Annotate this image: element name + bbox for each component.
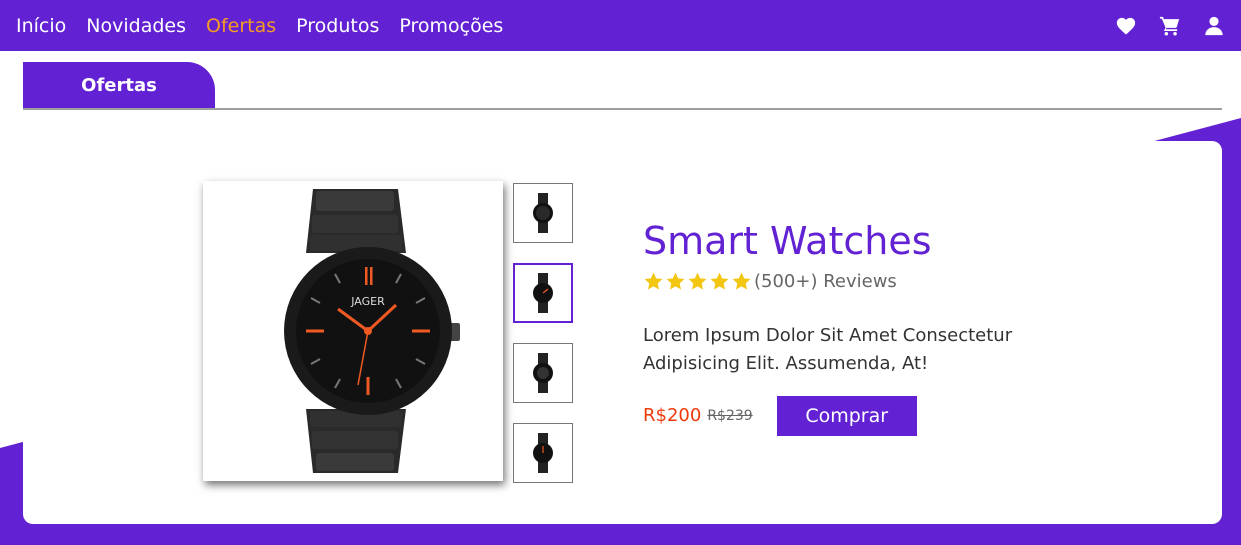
nav-link-inicio[interactable]: Início bbox=[16, 15, 66, 37]
old-price: R$239 bbox=[707, 407, 753, 424]
nav-link-promocoes[interactable]: Promoções bbox=[399, 15, 503, 37]
cart-icon[interactable] bbox=[1159, 15, 1181, 37]
product-main-image: JAGER bbox=[203, 181, 503, 481]
star-icon bbox=[665, 271, 686, 292]
thumbnail-4[interactable] bbox=[513, 423, 573, 483]
heart-icon[interactable] bbox=[1115, 15, 1137, 37]
product-rating: (500+) Reviews bbox=[643, 271, 1063, 292]
nav-icons bbox=[1115, 15, 1225, 37]
product-info: Smart Watches (500+) Reviews Lorem Ipsum… bbox=[643, 219, 1063, 436]
star-icon bbox=[709, 271, 730, 292]
current-price: R$200 bbox=[643, 405, 702, 427]
tab-ofertas[interactable]: Ofertas bbox=[23, 62, 215, 108]
price-row: R$200 R$239 Comprar bbox=[643, 395, 1063, 436]
watch-brand-text: JAGER bbox=[350, 295, 385, 308]
nav-link-ofertas[interactable]: Ofertas bbox=[206, 15, 276, 37]
nav-links: Início Novidades Ofertas Produtos Promoç… bbox=[16, 15, 503, 37]
product-description: Lorem Ipsum Dolor Sit Amet Consectetur A… bbox=[643, 324, 1013, 374]
review-count: (500+) Reviews bbox=[754, 270, 897, 292]
thumbnail-3[interactable] bbox=[513, 343, 573, 403]
star-icon bbox=[643, 271, 664, 292]
product-title: Smart Watches bbox=[643, 219, 932, 263]
thumbnail-1[interactable] bbox=[513, 183, 573, 243]
product-thumbnails bbox=[513, 183, 573, 503]
rating-stars bbox=[643, 271, 752, 292]
nav-link-novidades[interactable]: Novidades bbox=[86, 15, 186, 37]
star-icon bbox=[731, 271, 752, 292]
star-icon bbox=[687, 271, 708, 292]
user-icon[interactable] bbox=[1203, 15, 1225, 37]
nav-link-produtos[interactable]: Produtos bbox=[296, 15, 379, 37]
buy-button[interactable]: Comprar bbox=[776, 395, 917, 436]
thumbnail-2[interactable] bbox=[513, 263, 573, 323]
section-tabs: Ofertas bbox=[23, 62, 1222, 110]
product-card: JAGER Smart Watches (500+) Reviews Lorem… bbox=[23, 141, 1222, 524]
watch-image: JAGER bbox=[284, 189, 460, 473]
top-navbar: Início Novidades Ofertas Produtos Promoç… bbox=[0, 0, 1241, 51]
